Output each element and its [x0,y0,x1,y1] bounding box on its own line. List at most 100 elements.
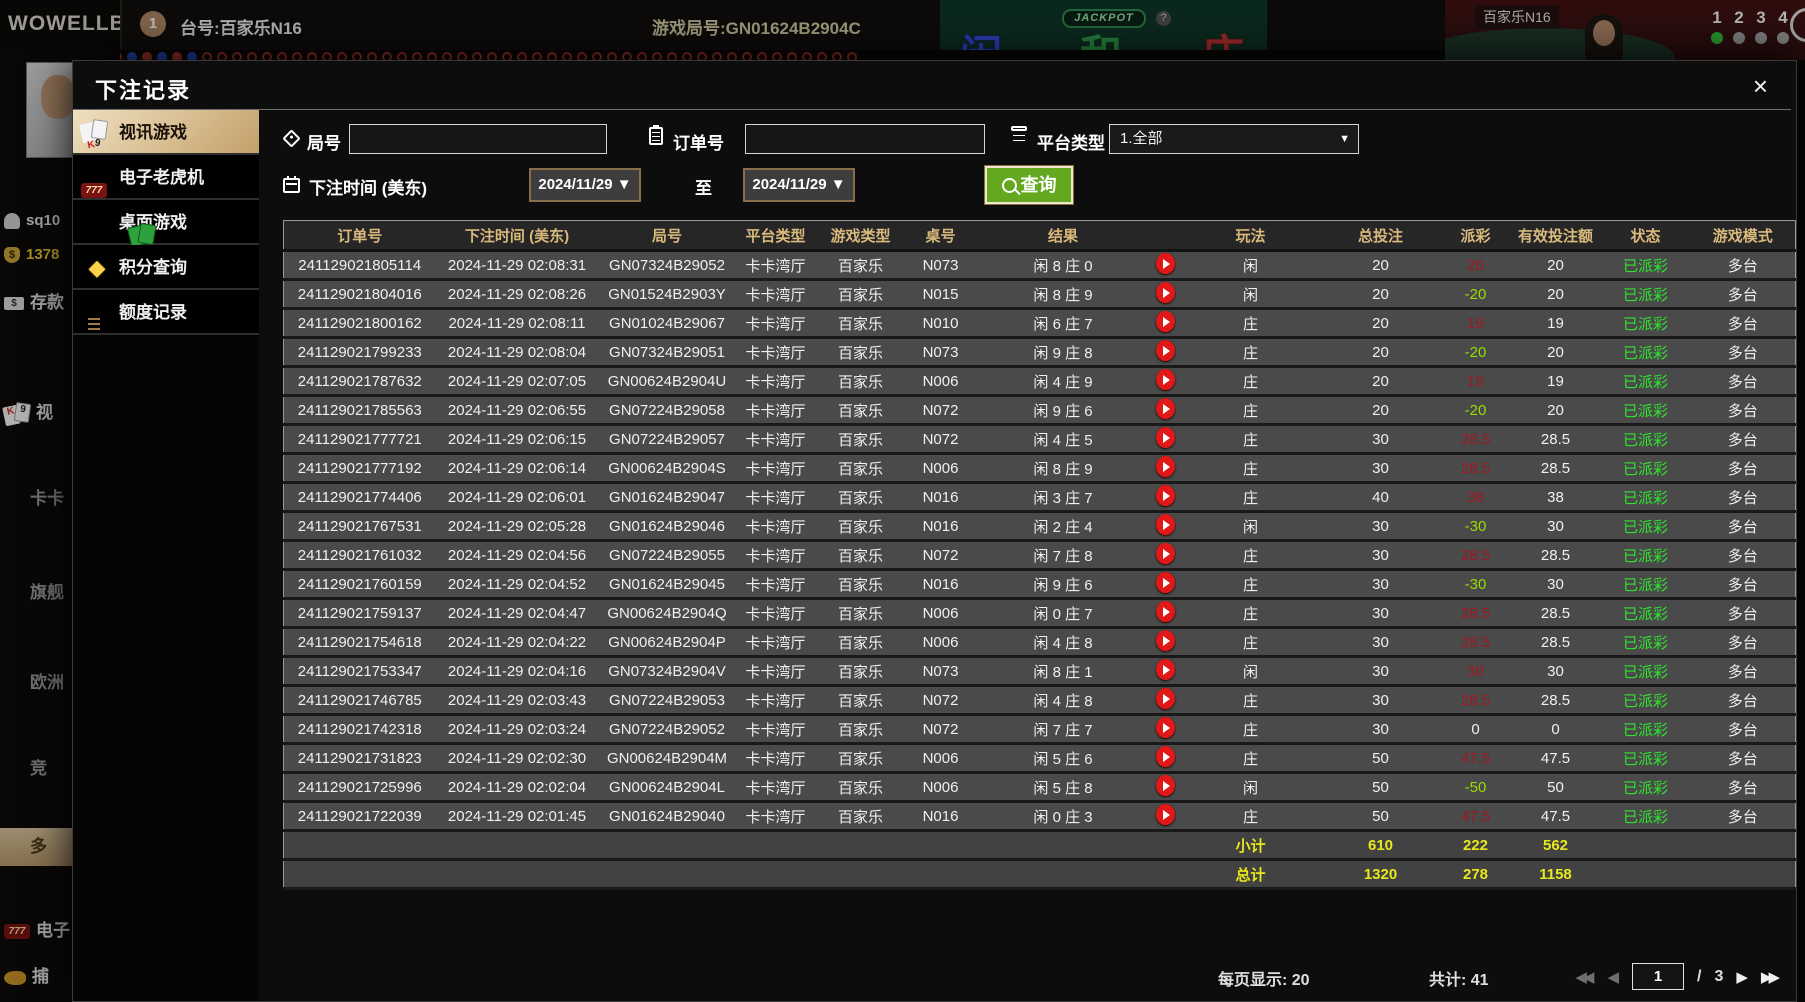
table-row: 241129021774406 2024-11-29 02:06:01 GN0162… [283,482,1796,513]
play-icon[interactable] [1156,310,1175,332]
cell-valid_bet: 28.5 [1510,685,1601,716]
play-icon[interactable] [1156,542,1175,564]
cell-table_no: N010 [905,308,976,339]
play-icon[interactable] [1156,571,1175,593]
cell-table_no: N072 [905,685,976,716]
cell-result: 闲 4 庄 8 [975,685,1151,716]
cell-platform: 卡卡湾厅 [735,598,816,629]
cell-bet_time: 2024-11-29 02:05:28 [435,511,599,542]
play-icon[interactable] [1156,774,1175,796]
next-page-icon[interactable]: ▶ [1736,968,1748,986]
cell-status: 已派彩 [1600,569,1691,600]
pagination: ◀◀ ◀ / 3 ▶ ▶▶ [1575,963,1780,990]
column-header-play [1150,220,1181,252]
close-icon[interactable]: × [1753,73,1768,99]
cell-platform: 卡卡湾厅 [735,308,816,339]
cell-game_no: GN00624B2904M [598,743,736,774]
cell-bet_type: 庄 [1180,366,1321,397]
cell-result: 闲 8 庄 1 [975,656,1151,687]
cell-order_no: 241129021731823 [283,743,436,774]
play-icon[interactable] [1156,600,1175,622]
replay-cell [1150,627,1181,658]
search-icon [1001,178,1017,193]
platform-select[interactable]: 1.全部 ▼ [1109,124,1359,154]
cell-table_no: N072 [905,714,976,745]
first-page-icon[interactable]: ◀◀ [1575,968,1594,986]
play-icon[interactable] [1156,629,1175,651]
cell-status: 已派彩 [1600,337,1691,368]
play-icon[interactable] [1156,397,1175,419]
subtotal-total-bet: 610 [1320,830,1441,861]
cell-game_no: GN00624B2904P [598,627,736,658]
play-icon[interactable] [1156,687,1175,709]
table-row: 241129021754618 2024-11-29 02:04:22 GN0062… [283,627,1796,658]
cell-status: 已派彩 [1600,482,1691,513]
play-icon[interactable] [1156,368,1175,390]
table-row: 241129021725996 2024-11-29 02:02:04 GN0062… [283,772,1796,803]
play-icon[interactable] [1156,281,1175,303]
play-icon[interactable] [1156,426,1175,448]
sidebar-item-points-query[interactable]: ◆ 积分查询 [73,245,259,290]
cell-total_bet: 30 [1320,627,1441,658]
play-icon[interactable] [1156,252,1175,274]
cell-bet_type: 闲 [1180,511,1321,542]
column-header-order_no: 订单号 [283,220,436,252]
last-page-icon[interactable]: ▶▶ [1761,968,1780,986]
cell-result: 闲 5 庄 8 [975,772,1151,803]
cell-valid_bet: 20 [1510,337,1601,368]
play-icon[interactable] [1156,745,1175,767]
play-icon[interactable] [1156,716,1175,738]
cell-game_no: GN07224B29057 [598,424,736,455]
platform-icon [1011,126,1027,131]
play-icon[interactable] [1156,455,1175,477]
sidebar-item-label: 积分查询 [119,258,187,277]
cell-game_type: 百家乐 [815,714,906,745]
cell-game_no: GN07324B29051 [598,337,736,368]
search-button[interactable]: 查询 [984,165,1074,205]
page-input[interactable] [1632,963,1685,990]
play-icon[interactable] [1156,658,1175,680]
cell-game_type: 百家乐 [815,627,906,658]
cell-payout: 19 [1440,308,1511,339]
order-no-input[interactable] [745,124,985,154]
play-icon[interactable] [1156,513,1175,535]
cell-mode: 多台 [1690,743,1796,774]
game-no-label: 局号 [307,134,341,153]
cell-status: 已派彩 [1600,627,1691,658]
cell-payout: -50 [1440,772,1511,803]
play-icon[interactable] [1156,339,1175,361]
cell-bet_type: 庄 [1180,453,1321,484]
cell-mode: 多台 [1690,714,1796,745]
date-to-picker[interactable]: 2024/11/29 ▼ [743,168,855,202]
sidebar-item-table-games[interactable]: 桌面游戏 [73,200,259,248]
grand-total-row: 总计 1320 278 1158 [283,859,1796,890]
cell-valid_bet: 28.5 [1510,627,1601,658]
cell-platform: 卡卡湾厅 [735,569,816,600]
cell-total_bet: 20 [1320,250,1441,281]
cell-payout: 28.5 [1440,598,1511,629]
sidebar-item-quota-records[interactable]: 额度记录 [73,290,259,335]
cell-valid_bet: 28.5 [1510,453,1601,484]
prev-page-icon[interactable]: ◀ [1607,968,1619,986]
play-icon[interactable] [1156,484,1175,506]
sidebar-item-slots[interactable]: 777 电子老虎机 [73,155,259,200]
cell-order_no: 241129021760159 [283,569,436,600]
cell-table_no: N006 [905,743,976,774]
modal-content: 局号 订单号 平台类型 1.全部 ▼ 下注时间 (美东) 2024/11/29 … [259,110,1796,1001]
cell-game_no: GN01624B29040 [598,801,736,832]
cell-payout: 47.5 [1440,743,1511,774]
play-icon[interactable] [1156,803,1175,825]
game-no-input[interactable] [349,124,607,154]
cell-status: 已派彩 [1600,598,1691,629]
cell-mode: 多台 [1690,250,1796,281]
cell-bet_time: 2024-11-29 02:06:15 [435,424,599,455]
cell-order_no: 241129021785563 [283,395,436,426]
column-header-payout: 派彩 [1440,220,1511,252]
cell-table_no: N072 [905,424,976,455]
date-from-picker[interactable]: 2024/11/29 ▼ [529,168,641,202]
cell-result: 闲 8 庄 9 [975,453,1151,484]
sidebar-item-video-games[interactable]: K9 视讯游戏 [73,110,272,155]
table-row: 241129021746785 2024-11-29 02:03:43 GN0722… [283,685,1796,716]
cell-valid_bet: 47.5 [1510,801,1601,832]
cell-game_type: 百家乐 [815,540,906,571]
